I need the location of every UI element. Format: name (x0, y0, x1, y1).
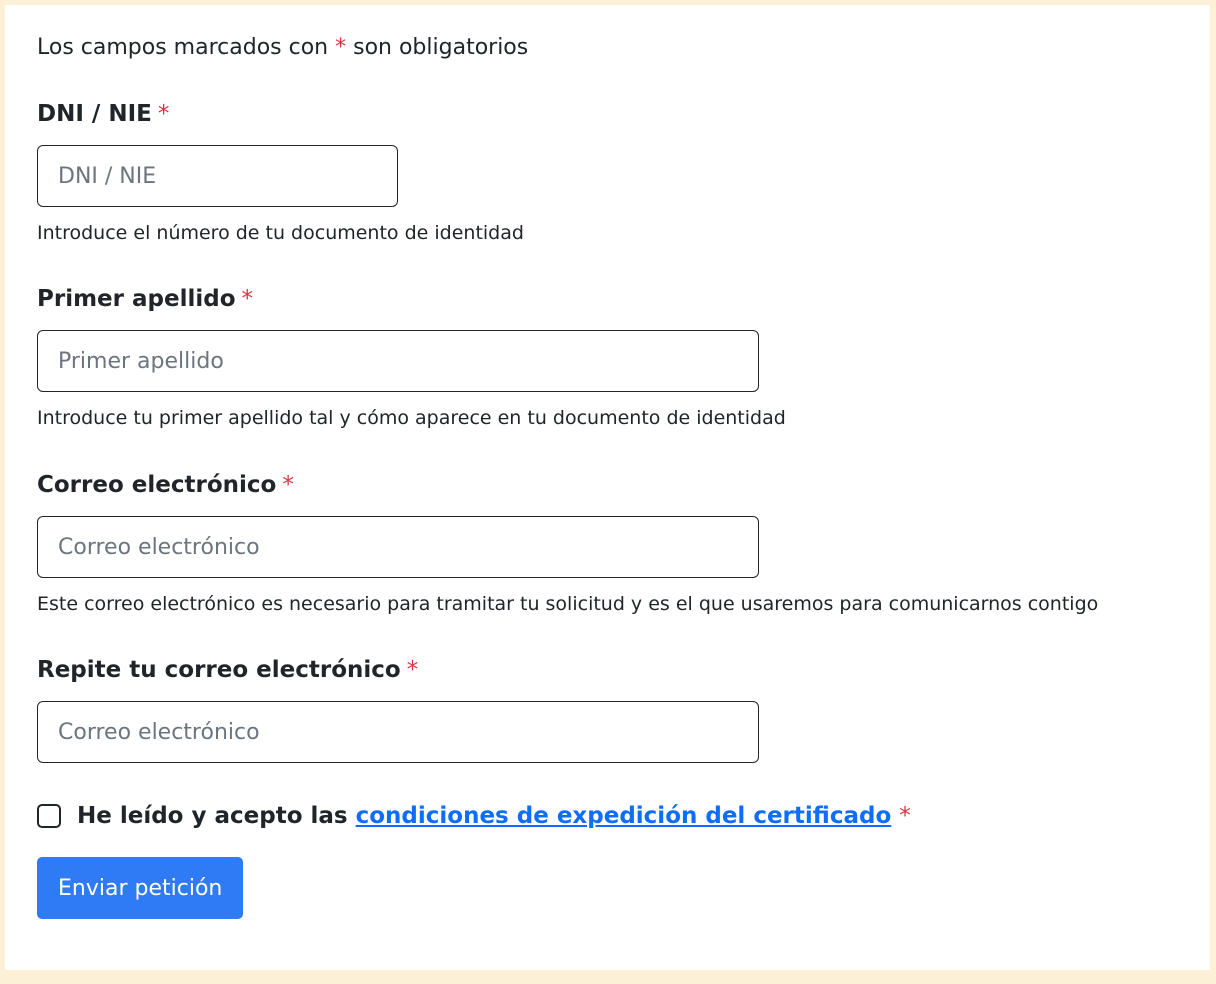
required-note-prefix: Los campos marcados con (37, 35, 329, 60)
required-asterisk: * (335, 35, 347, 60)
email-confirm-input[interactable] (37, 701, 759, 763)
dni-label: DNI / NIE * (37, 99, 169, 129)
email-confirm-label: Repite tu correo electrónico * (37, 655, 418, 685)
required-asterisk: * (282, 472, 294, 498)
form-panel: Los campos marcados con * son obligatori… (5, 5, 1210, 970)
surname-label: Primer apellido * (37, 284, 253, 314)
dni-help-text: Introduce el número de tu documento de i… (37, 222, 524, 244)
email-confirm-label-text: Repite tu correo electrónico (37, 657, 401, 683)
terms-checkbox[interactable] (37, 804, 61, 828)
required-fields-note: Los campos marcados con * son obligatori… (37, 33, 528, 63)
required-asterisk: * (157, 101, 170, 127)
surname-label-text: Primer apellido (37, 286, 236, 312)
submit-request-button[interactable]: Enviar petición (37, 857, 244, 919)
required-note-suffix: son obligatorios (353, 35, 529, 60)
required-asterisk: * (406, 657, 419, 683)
surname-input[interactable] (37, 330, 759, 392)
terms-conditions-link[interactable]: condiciones de expedición del certificad… (356, 803, 892, 829)
required-asterisk: * (241, 286, 254, 312)
dni-label-text: DNI / NIE (37, 101, 152, 127)
terms-label[interactable]: He leído y acepto las (77, 803, 348, 829)
terms-checkbox-row: He leído y acepto las condiciones de exp… (37, 798, 911, 834)
required-asterisk: * (899, 803, 911, 829)
dni-input[interactable] (37, 145, 398, 207)
surname-help-text: Introduce tu primer apellido tal y cómo … (37, 407, 786, 429)
email-input[interactable] (37, 516, 759, 578)
email-help-text: Este correo electrónico es necesario par… (37, 593, 1099, 615)
email-label-text: Correo electrónico (37, 472, 277, 498)
email-label: Correo electrónico * (37, 470, 294, 500)
